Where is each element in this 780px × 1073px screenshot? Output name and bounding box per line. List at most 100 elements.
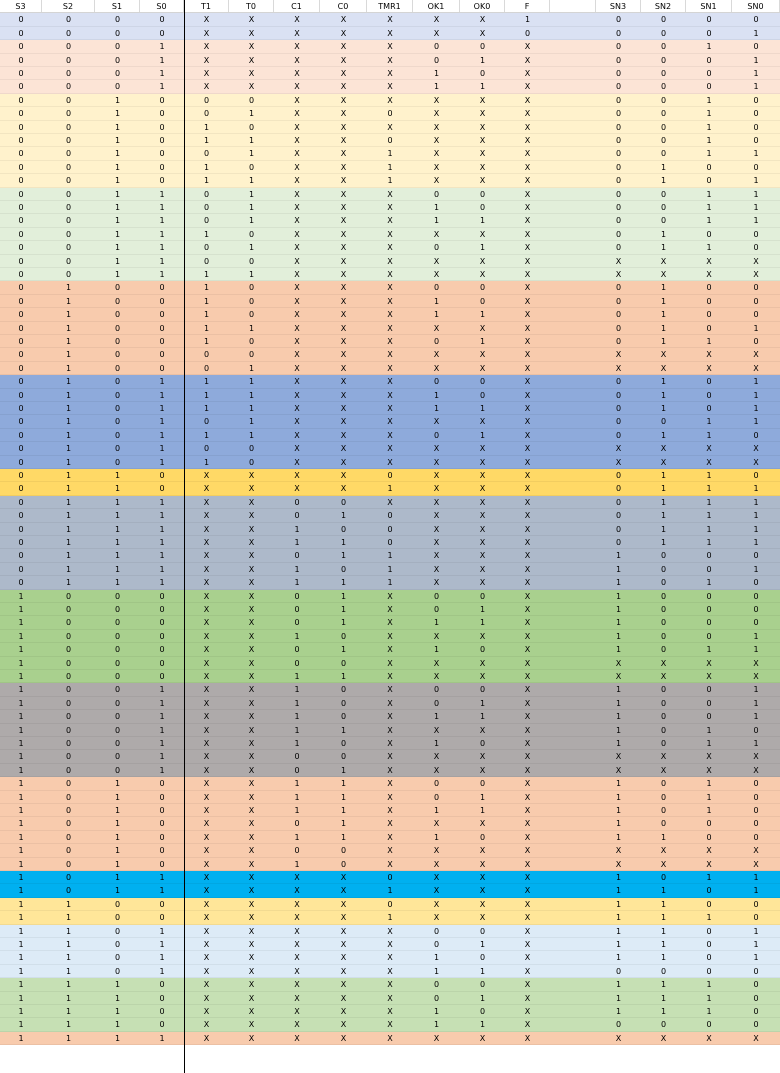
table-cell-t0[interactable]: X bbox=[229, 750, 274, 762]
table-cell-c0[interactable]: 1 bbox=[320, 831, 367, 843]
table-cell-s2[interactable]: 1 bbox=[42, 978, 95, 990]
table-cell-sn0[interactable]: 1 bbox=[732, 375, 780, 387]
table-cell-s0[interactable]: 1 bbox=[140, 201, 184, 213]
table-cell-f[interactable]: X bbox=[505, 308, 550, 320]
table-cell-sn3[interactable]: X bbox=[596, 858, 641, 870]
table-cell-tmr1[interactable]: 1 bbox=[367, 147, 413, 159]
table-cell-sn3[interactable]: 0 bbox=[596, 54, 641, 66]
table-cell-ok0[interactable]: 1 bbox=[460, 791, 505, 803]
table-cell-f[interactable]: X bbox=[505, 1005, 550, 1017]
table-cell-sn2[interactable]: 0 bbox=[641, 630, 686, 642]
table-cell-t1[interactable]: X bbox=[184, 777, 229, 789]
table-cell-c0[interactable]: 0 bbox=[320, 710, 367, 722]
table-cell-ok0[interactable]: X bbox=[460, 657, 505, 669]
table-cell-c1[interactable]: 0 bbox=[274, 643, 320, 655]
table-cell-s2[interactable]: 1 bbox=[42, 925, 95, 937]
table-cell-sn0[interactable]: 0 bbox=[732, 804, 780, 816]
table-cell-s0[interactable]: 0 bbox=[140, 1018, 184, 1030]
table-cell-s1[interactable]: 0 bbox=[95, 456, 140, 468]
table-cell-ok1[interactable]: 0 bbox=[413, 375, 460, 387]
table-cell-sn2[interactable]: X bbox=[641, 268, 686, 280]
table-cell-f[interactable]: X bbox=[505, 965, 550, 977]
table-cell-sn0[interactable]: X bbox=[732, 657, 780, 669]
table-cell-ok1[interactable]: 1 bbox=[413, 80, 460, 92]
table-cell-f[interactable]: X bbox=[505, 898, 550, 910]
table-cell-s0[interactable]: 0 bbox=[140, 657, 184, 669]
table-cell-sn3[interactable]: 0 bbox=[596, 147, 641, 159]
table-cell-s2[interactable]: 0 bbox=[42, 40, 95, 52]
table-cell-ok0[interactable]: X bbox=[460, 898, 505, 910]
table-cell-ok0[interactable]: 0 bbox=[460, 978, 505, 990]
table-cell-s2[interactable]: 0 bbox=[42, 724, 95, 736]
table-cell-s3[interactable]: 0 bbox=[0, 281, 42, 293]
table-cell-tmr1[interactable]: X bbox=[367, 724, 413, 736]
table-cell-sn2[interactable]: 1 bbox=[641, 938, 686, 950]
table-cell-sn3[interactable]: 1 bbox=[596, 576, 641, 588]
table-cell-sn3[interactable]: 0 bbox=[596, 295, 641, 307]
table-cell-s3[interactable]: 0 bbox=[0, 429, 42, 441]
table-cell-sn2[interactable]: 1 bbox=[641, 911, 686, 923]
table-cell-ok1[interactable]: 1 bbox=[413, 1018, 460, 1030]
table-cell-sn2[interactable]: 0 bbox=[641, 683, 686, 695]
table-cell-s1[interactable]: 1 bbox=[95, 858, 140, 870]
table-cell-sn0[interactable]: 0 bbox=[732, 791, 780, 803]
table-cell-t0[interactable]: X bbox=[229, 777, 274, 789]
table-cell-ok1[interactable]: X bbox=[413, 348, 460, 360]
table-cell-c1[interactable]: X bbox=[274, 13, 320, 25]
table-cell-s3[interactable]: 0 bbox=[0, 188, 42, 200]
table-cell-t0[interactable]: X bbox=[229, 496, 274, 508]
table-cell-s1[interactable]: 0 bbox=[95, 308, 140, 320]
column-header[interactable]: SN3 bbox=[596, 0, 641, 13]
table-cell-sn3[interactable]: 0 bbox=[596, 281, 641, 293]
table-cell-s1[interactable]: 0 bbox=[95, 348, 140, 360]
table-cell-sn2[interactable]: 1 bbox=[641, 978, 686, 990]
table-cell-tmr1[interactable]: X bbox=[367, 978, 413, 990]
table-cell-ok1[interactable]: 0 bbox=[413, 603, 460, 615]
table-cell-t0[interactable]: 0 bbox=[229, 255, 274, 267]
table-cell-c1[interactable]: X bbox=[274, 871, 320, 883]
table-cell-c1[interactable]: 0 bbox=[274, 764, 320, 776]
table-cell-sn1[interactable]: X bbox=[686, 268, 732, 280]
table-cell-s2[interactable]: 0 bbox=[42, 750, 95, 762]
table-cell-s1[interactable]: 1 bbox=[95, 255, 140, 267]
table-cell-s1[interactable]: 0 bbox=[95, 335, 140, 347]
table-cell-ok1[interactable]: 0 bbox=[413, 241, 460, 253]
table-cell-t0[interactable]: X bbox=[229, 804, 274, 816]
table-cell-c1[interactable]: X bbox=[274, 389, 320, 401]
table-cell-c0[interactable]: X bbox=[320, 992, 367, 1004]
table-cell-ok1[interactable]: X bbox=[413, 469, 460, 481]
table-cell-c1[interactable]: X bbox=[274, 121, 320, 133]
table-cell-sn2[interactable]: 1 bbox=[641, 295, 686, 307]
table-cell-s0[interactable]: 1 bbox=[140, 965, 184, 977]
table-cell-s3[interactable]: 0 bbox=[0, 389, 42, 401]
table-cell-f[interactable]: X bbox=[505, 710, 550, 722]
table-cell-f[interactable]: X bbox=[505, 549, 550, 561]
table-cell-sn3[interactable]: 1 bbox=[596, 737, 641, 749]
table-cell-ok0[interactable]: X bbox=[460, 268, 505, 280]
table-cell-s0[interactable]: 1 bbox=[140, 54, 184, 66]
table-cell-tmr1[interactable]: 1 bbox=[367, 884, 413, 896]
table-cell-s0[interactable]: 0 bbox=[140, 978, 184, 990]
table-cell-t0[interactable]: X bbox=[229, 871, 274, 883]
table-cell-s2[interactable]: 1 bbox=[42, 576, 95, 588]
table-cell-sn0[interactable]: 0 bbox=[732, 107, 780, 119]
table-cell-s0[interactable]: 1 bbox=[140, 268, 184, 280]
table-cell-c0[interactable]: 0 bbox=[320, 657, 367, 669]
table-cell-c0[interactable]: X bbox=[320, 27, 367, 39]
table-cell-sn2[interactable]: X bbox=[641, 442, 686, 454]
table-cell-ok0[interactable]: X bbox=[460, 415, 505, 427]
table-cell-sn2[interactable]: 1 bbox=[641, 335, 686, 347]
table-cell-s0[interactable]: 0 bbox=[140, 147, 184, 159]
table-cell-sn3[interactable]: 1 bbox=[596, 871, 641, 883]
table-cell-f[interactable]: X bbox=[505, 40, 550, 52]
table-cell-sn2[interactable]: X bbox=[641, 657, 686, 669]
table-cell-s2[interactable]: 0 bbox=[42, 737, 95, 749]
table-cell-s1[interactable]: 0 bbox=[95, 697, 140, 709]
table-cell-sn3[interactable]: 0 bbox=[596, 94, 641, 106]
table-cell-s0[interactable]: 0 bbox=[140, 482, 184, 494]
table-cell-tmr1[interactable]: X bbox=[367, 737, 413, 749]
table-cell-sn0[interactable]: 1 bbox=[732, 683, 780, 695]
table-cell-sn0[interactable]: X bbox=[732, 442, 780, 454]
table-cell-sn3[interactable]: X bbox=[596, 657, 641, 669]
table-cell-sn1[interactable]: 1 bbox=[686, 201, 732, 213]
